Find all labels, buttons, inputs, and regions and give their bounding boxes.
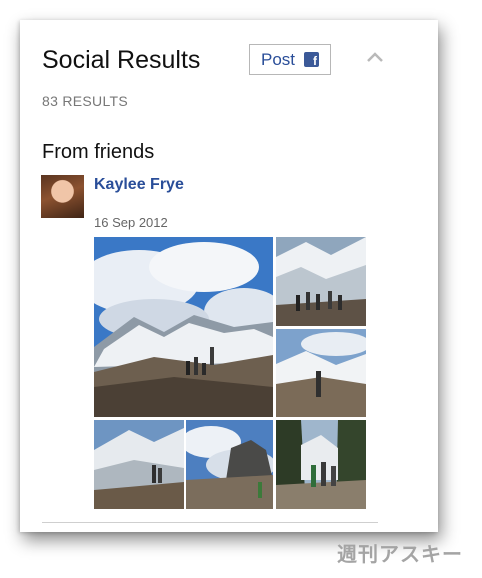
friend-name-link[interactable]: Kaylee Frye	[94, 176, 184, 194]
social-results-panel: Social Results Post f 83 RESULTS From fr…	[20, 20, 438, 532]
avatar[interactable]	[41, 175, 84, 218]
watermark-logo: 週刊アスキー	[337, 542, 463, 566]
results-count: 83 RESULTS	[42, 93, 128, 109]
photo-thumbnail[interactable]	[276, 329, 366, 417]
post-button[interactable]: Post f	[249, 44, 331, 75]
panel-title: Social Results	[42, 46, 201, 74]
facebook-icon: f	[304, 52, 320, 67]
photo-thumbnail[interactable]	[276, 420, 366, 509]
post-date: 16 Sep 2012	[94, 215, 168, 230]
section-heading: From friends	[42, 141, 155, 163]
divider	[42, 522, 378, 523]
photo-thumbnail[interactable]	[94, 420, 184, 509]
chevron-up-icon[interactable]	[366, 50, 384, 64]
photo-thumbnail[interactable]	[94, 237, 273, 417]
photo-thumbnail[interactable]	[186, 420, 273, 509]
post-button-label: Post	[260, 49, 296, 69]
photo-thumbnail[interactable]	[276, 237, 366, 326]
